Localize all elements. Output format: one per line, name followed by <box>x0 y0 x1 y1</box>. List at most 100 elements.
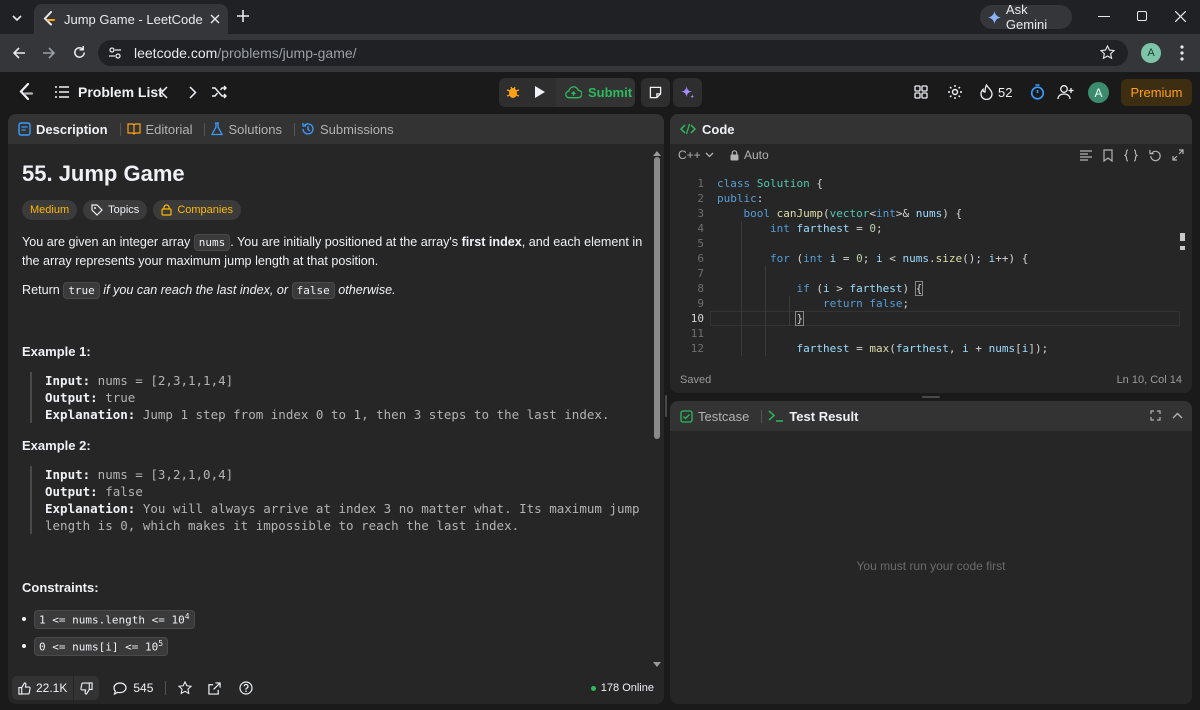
companies-chip[interactable]: Companies <box>153 200 241 220</box>
code-text: bool canJump(vector<int>& nums) { <box>743 207 963 220</box>
back-arrow-icon[interactable] <box>12 46 26 60</box>
new-tab-button[interactable] <box>236 9 250 23</box>
like-button[interactable]: 22.1K <box>12 676 74 700</box>
bookmark-star-icon[interactable] <box>1100 45 1115 60</box>
leetcode-logo-icon[interactable] <box>18 83 34 102</box>
format-lines-icon[interactable] <box>1080 150 1092 161</box>
line-number: 3 <box>697 207 704 220</box>
sparkle-icon <box>680 85 695 99</box>
help-icon[interactable] <box>239 681 253 695</box>
input-label: Input: <box>45 467 91 482</box>
ai-assistant-button[interactable] <box>673 78 702 107</box>
streak-counter[interactable]: 52 <box>980 84 1012 100</box>
prev-problem-icon[interactable] <box>160 86 168 99</box>
scroll-down-icon[interactable] <box>652 661 662 669</box>
checkbox-icon <box>680 409 693 423</box>
return-statement: Return true if you can reach the last in… <box>22 281 652 300</box>
input-label: Input: <box>45 373 91 388</box>
constraints-title: Constraints: <box>22 580 99 595</box>
tab-solutions-label: Solutions <box>228 121 282 137</box>
tab-submissions[interactable]: Submissions <box>301 122 394 137</box>
description-tabbar: Description Editorial Solutions Submissi… <box>8 114 664 144</box>
forward-arrow-icon[interactable] <box>42 46 56 60</box>
leetcode-navbar: Problem List Submit 52 A Premium <box>0 72 1200 112</box>
tab-testcase[interactable]: Testcase <box>680 409 749 424</box>
line-number: 2 <box>697 192 704 205</box>
share-icon[interactable] <box>208 681 222 695</box>
debug-button[interactable] <box>505 84 521 100</box>
statement-italic: if you can reach the last index, or <box>99 283 292 297</box>
collapse-chevron-icon[interactable] <box>1172 412 1183 419</box>
horizontal-resize-handle[interactable] <box>922 396 940 398</box>
inline-code-true: true <box>63 282 100 299</box>
statement-bold: first index <box>461 235 522 249</box>
timer-icon[interactable] <box>1030 84 1045 100</box>
output-value: false <box>97 484 143 499</box>
add-collaborator-icon[interactable] <box>1057 84 1075 100</box>
tab-description[interactable]: Description <box>18 122 108 137</box>
description-scrollbar[interactable] <box>652 149 662 671</box>
profile-avatar[interactable]: A <box>1141 43 1161 63</box>
favorite-star-icon[interactable] <box>178 681 193 695</box>
code-text: return false; <box>822 297 910 310</box>
scroll-up-icon[interactable] <box>652 149 662 157</box>
topics-chip[interactable]: Topics <box>83 200 148 220</box>
output-value: true <box>97 390 136 405</box>
next-problem-icon[interactable] <box>189 86 197 99</box>
premium-button[interactable]: Premium <box>1121 79 1192 106</box>
example-1-title: Example 1: <box>22 344 91 359</box>
bookmark-icon[interactable] <box>1103 149 1113 162</box>
close-window-icon[interactable] <box>1175 11 1186 22</box>
browser-tab-strip: Jump Game - LeetCode Ask Gemini <box>0 0 1200 34</box>
tab-test-result[interactable]: Test Result <box>768 409 858 424</box>
chevron-down-icon <box>705 152 714 158</box>
input-value: nums = [3,2,1,0,4] <box>90 467 234 482</box>
statement-italic: otherwise. <box>334 283 396 297</box>
shuffle-icon[interactable] <box>211 85 227 99</box>
layout-grid-icon[interactable] <box>914 85 928 99</box>
reload-icon[interactable] <box>72 45 87 60</box>
site-info-icon[interactable] <box>108 47 122 59</box>
address-bar[interactable]: leetcode.com/problems/jump-game/ <box>98 40 1128 66</box>
code-text: if (i > farthest) { <box>796 281 924 296</box>
ask-gemini-button[interactable]: Ask Gemini <box>980 2 1072 32</box>
flask-icon <box>211 122 224 136</box>
reset-code-icon[interactable] <box>1149 149 1162 162</box>
output-label: Output: <box>45 390 98 405</box>
explanation-label: Explanation: <box>45 407 136 422</box>
description-panel: Description Editorial Solutions Submissi… <box>8 114 664 704</box>
vertical-resize-handle[interactable] <box>665 395 667 417</box>
settings-gear-icon[interactable] <box>947 84 963 100</box>
close-tab-icon[interactable] <box>210 14 220 24</box>
scrollbar-thumb[interactable] <box>654 157 660 439</box>
restore-button[interactable] <box>1137 11 1147 21</box>
autocomplete-mode[interactable]: Auto <box>730 148 769 162</box>
difficulty-badge[interactable]: Medium <box>22 200 78 220</box>
browser-tab[interactable]: Jump Game - LeetCode <box>34 4 228 34</box>
lock-icon <box>730 149 739 160</box>
code-text: } <box>795 311 805 326</box>
submit-button[interactable]: Submit <box>556 78 635 107</box>
problem-list-button[interactable]: Problem List <box>55 84 163 100</box>
code-text: farthest = max(farthest, i + nums[i]); <box>796 342 1049 355</box>
thumbs-up-icon <box>18 681 31 695</box>
minimize-button[interactable] <box>1098 16 1110 17</box>
tab-search-button[interactable] <box>8 9 26 27</box>
line-number: 4 <box>697 222 704 235</box>
maximize-icon[interactable] <box>1150 410 1161 421</box>
notes-button[interactable] <box>641 78 670 107</box>
expand-icon[interactable] <box>1172 149 1184 161</box>
run-button[interactable] <box>534 85 546 99</box>
comments-button[interactable]: 545 <box>113 681 153 695</box>
curly-braces-icon[interactable] <box>1124 149 1138 162</box>
tab-editorial[interactable]: Editorial <box>126 122 192 137</box>
editor-scroll-marker <box>1180 246 1185 250</box>
language-select[interactable]: C++ <box>678 148 714 162</box>
user-avatar[interactable]: A <box>1088 82 1109 103</box>
dislike-button[interactable] <box>74 676 100 700</box>
constraint-exponent: 5 <box>158 639 164 648</box>
browser-menu-button[interactable] <box>1180 45 1184 61</box>
tab-solutions[interactable]: Solutions <box>211 121 282 137</box>
statement-text: Return <box>22 283 64 297</box>
play-icon <box>535 86 545 98</box>
